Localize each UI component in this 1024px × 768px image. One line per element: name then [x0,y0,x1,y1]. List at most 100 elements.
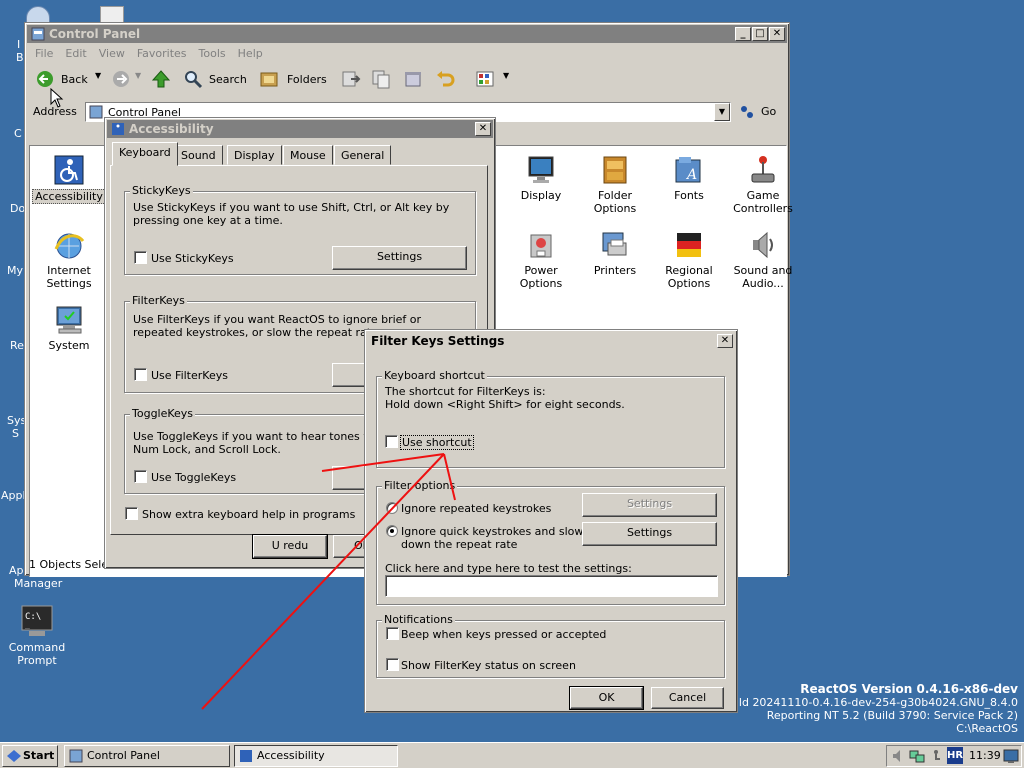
show-status-label[interactable]: Show FilterKey status on screen [401,659,576,672]
extra-help-checkbox[interactable] [125,507,138,520]
quick-settings-button[interactable]: Settings [582,522,717,546]
close-button[interactable]: ✕ [475,122,491,136]
language-indicator[interactable]: HR [947,747,963,764]
go-button[interactable]: Go [737,102,783,122]
cp-item-system[interactable]: System [32,304,106,352]
menu-favorites[interactable]: Favorites [131,45,193,63]
svg-text:A: A [685,167,697,183]
cp-item-label: Sound and Audio... [733,264,793,290]
tab-display[interactable]: Display [227,145,282,165]
menu-help[interactable]: Help [232,45,269,63]
ignore-quick-label-line2[interactable]: down the repeat rate [401,538,517,551]
start-label: Start [23,749,55,762]
ignore-quick-radio[interactable] [386,525,398,537]
cp-item-fonts[interactable]: A Fonts [652,154,726,202]
beep-label[interactable]: Beep when keys pressed or accepted [401,628,606,641]
forward-arrow-icon[interactable] [111,69,131,89]
ignore-repeated-label[interactable]: Ignore repeated keystrokes [401,502,551,515]
ignore-repeated-radio[interactable] [386,502,398,514]
start-button[interactable]: Start [2,745,58,767]
maximize-button[interactable]: □ [752,27,768,41]
stickykeys-settings-button[interactable]: Settings [332,246,467,270]
undo-icon[interactable] [435,69,455,89]
copy-to-icon[interactable] [371,69,391,89]
tab-mouse[interactable]: Mouse [283,145,333,165]
cp-item-accessibility[interactable]: Accessibility [32,154,106,204]
back-button[interactable]: Back [35,69,93,91]
cp-item-label: Printers [593,264,637,277]
tab-sound[interactable]: Sound [174,145,223,165]
filter-keys-title: Filter Keys Settings [371,334,505,348]
menu-edit[interactable]: Edit [59,45,92,63]
filter-ok-button[interactable]: OK [569,686,644,710]
cp-item-label: Display [520,189,562,202]
views-dropdown-icon[interactable]: ▼ [503,71,509,80]
cp-item-sound-audio[interactable]: Sound and Audio... [726,229,800,290]
close-button[interactable]: ✕ [717,334,733,348]
use-shortcut-label[interactable]: Use shortcut [400,435,474,450]
up-folder-icon[interactable] [151,69,171,89]
desktop-label-fragment: C [14,127,22,140]
repeated-settings-button[interactable]: Settings [582,493,717,517]
delete-icon[interactable] [403,69,423,89]
minimize-button[interactable]: _ [735,27,751,41]
tab-keyboard[interactable]: Keyboard [112,142,178,166]
cp-item-power-options[interactable]: Power Options [504,229,578,290]
cp-item-label: System [48,339,90,352]
network-icon[interactable] [909,748,925,764]
taskbar-button-accessibility[interactable]: Accessibility [234,745,398,767]
filter-keys-titlebar[interactable]: Filter Keys Settings ✕ [367,332,735,350]
cp-item-display[interactable]: Display [504,154,578,202]
extra-help-label[interactable]: Show extra keyboard help in programs [142,508,355,521]
use-shortcut-checkbox[interactable] [385,435,398,448]
close-button[interactable]: ✕ [769,27,785,41]
accessibility-titlebar[interactable]: Accessibility ✕ [107,120,493,138]
use-stickykeys-checkbox[interactable] [134,251,147,264]
folders-button[interactable]: Folders [259,69,329,91]
fonts-icon: A [673,154,705,186]
control-panel-icon [31,27,45,41]
cp-item-folder-options[interactable]: Folder Options [578,154,652,215]
address-dropdown-icon[interactable]: ▼ [714,103,730,121]
system-tray: HR 11:39 [886,745,1022,767]
menu-file[interactable]: File [29,45,59,63]
clock[interactable]: 11:39 [969,749,1001,762]
use-stickykeys-label[interactable]: Use StickyKeys [151,252,234,265]
test-input[interactable] [385,575,718,597]
tab-general[interactable]: General [334,145,392,165]
cp-item-game-controllers[interactable]: Game Controllers [726,154,800,215]
cp-item-internet-settings[interactable]: Internet Settings [32,229,106,290]
show-desktop-icon[interactable] [1003,748,1019,764]
back-arrow-icon [37,71,53,87]
forward-dropdown-icon[interactable]: ▼ [135,71,141,80]
keyboard-shortcut-title: Keyboard shortcut [382,369,487,382]
beep-checkbox[interactable] [386,627,399,640]
accessibility-title: Accessibility [129,122,214,136]
desktop-icon-command-prompt[interactable]: C:\ _ Command Prompt [0,605,75,667]
views-icon[interactable] [475,69,495,89]
cp-item-printers[interactable]: Printers [578,229,652,277]
volume-icon[interactable] [891,748,905,764]
accessibility-tray-icon[interactable] [929,748,943,764]
taskbar-button-control-panel[interactable]: Control Panel [64,745,230,767]
use-togglekeys-checkbox[interactable] [134,470,147,483]
search-button[interactable]: Search [183,69,253,91]
move-to-icon[interactable] [341,69,361,89]
menu-view[interactable]: View [93,45,131,63]
filter-cancel-button[interactable]: Cancel [651,687,724,709]
use-filterkeys-label[interactable]: Use FilterKeys [151,369,228,382]
menu-tools[interactable]: Tools [193,45,232,63]
use-togglekeys-label[interactable]: Use ToggleKeys [151,471,236,484]
control-panel-titlebar[interactable]: Control Panel _ □ ✕ [27,25,787,43]
show-status-checkbox[interactable] [386,658,399,671]
back-dropdown-icon[interactable]: ▼ [95,71,105,87]
cp-item-regional-options[interactable]: Regional Options [652,229,726,290]
ignore-quick-label-line1[interactable]: Ignore quick keystrokes and slow [401,525,583,538]
display-icon [525,154,557,186]
go-label: Go [761,105,777,118]
use-filterkeys-checkbox[interactable] [134,368,147,381]
game-controllers-icon [747,154,779,186]
ok-button[interactable]: U redu [252,534,328,559]
accessibility-small-icon [240,750,252,762]
desktop-icon-label: Command Prompt [8,641,66,667]
